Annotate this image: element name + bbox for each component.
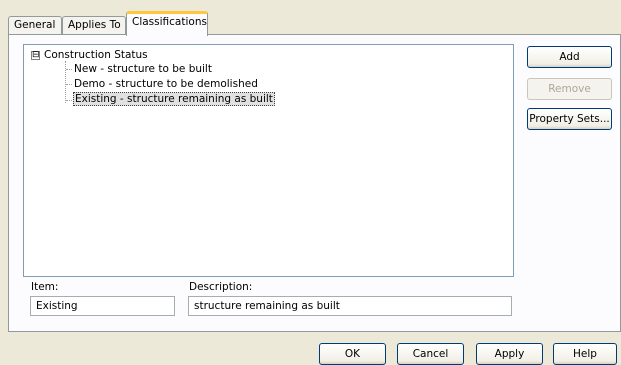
item-label: Item: <box>31 281 59 293</box>
tree-item-label: Demo - structure to be demolished <box>74 78 258 90</box>
cancel-button-label: Cancel <box>412 348 449 360</box>
description-label: Description: <box>189 281 253 293</box>
tree-root-construction-status[interactable]: Construction Status <box>44 49 148 62</box>
help-button-label: Help <box>573 348 597 360</box>
item-field-value: Existing <box>36 300 78 312</box>
tree-connector-branch <box>66 84 72 85</box>
item-field[interactable]: Existing <box>30 296 175 316</box>
tab-general-label: General <box>14 19 56 31</box>
tree-root-label: Construction Status <box>44 49 148 61</box>
tree-item-demo[interactable]: Demo - structure to be demolished <box>74 78 258 91</box>
tree-connector-branch <box>66 69 72 70</box>
description-field[interactable]: structure remaining as built <box>188 296 512 316</box>
remove-button[interactable]: Remove <box>527 78 612 100</box>
tab-classifications[interactable]: Classifications <box>126 11 208 36</box>
property-sets-button[interactable]: Property Sets... <box>527 108 612 130</box>
tree-item-existing[interactable]: Existing - structure remaining as built <box>73 92 275 106</box>
tab-classifications-label: Classifications <box>132 16 207 28</box>
ok-button[interactable]: OK <box>319 343 386 365</box>
property-sets-button-label: Property Sets... <box>529 113 610 125</box>
add-button-label: Add <box>559 51 580 63</box>
classification-tree[interactable]: ⊟ Construction Status New - structure to… <box>23 44 514 277</box>
tab-applies-to[interactable]: Applies To <box>62 16 126 35</box>
cancel-button[interactable]: Cancel <box>397 343 464 365</box>
remove-button-label: Remove <box>548 83 591 95</box>
tree-connector-line <box>65 61 66 103</box>
tab-general[interactable]: General <box>8 16 62 35</box>
tree-item-label: New - structure to be built <box>74 63 212 75</box>
apply-button[interactable]: Apply <box>476 343 543 365</box>
tree-item-label-selected: Existing - structure remaining as built <box>73 92 275 106</box>
tree-item-new[interactable]: New - structure to be built <box>74 63 212 76</box>
collapse-icon[interactable]: ⊟ <box>31 51 40 60</box>
ok-button-label: OK <box>344 348 361 360</box>
tab-applies-to-label: Applies To <box>68 19 121 31</box>
tree-connector-branch <box>66 100 72 101</box>
help-button[interactable]: Help <box>553 343 617 365</box>
apply-button-label: Apply <box>494 348 525 360</box>
description-field-value: structure remaining as built <box>194 300 340 312</box>
add-button[interactable]: Add <box>527 46 612 68</box>
dialog-button-bar: OK Cancel Apply Help <box>0 333 621 365</box>
